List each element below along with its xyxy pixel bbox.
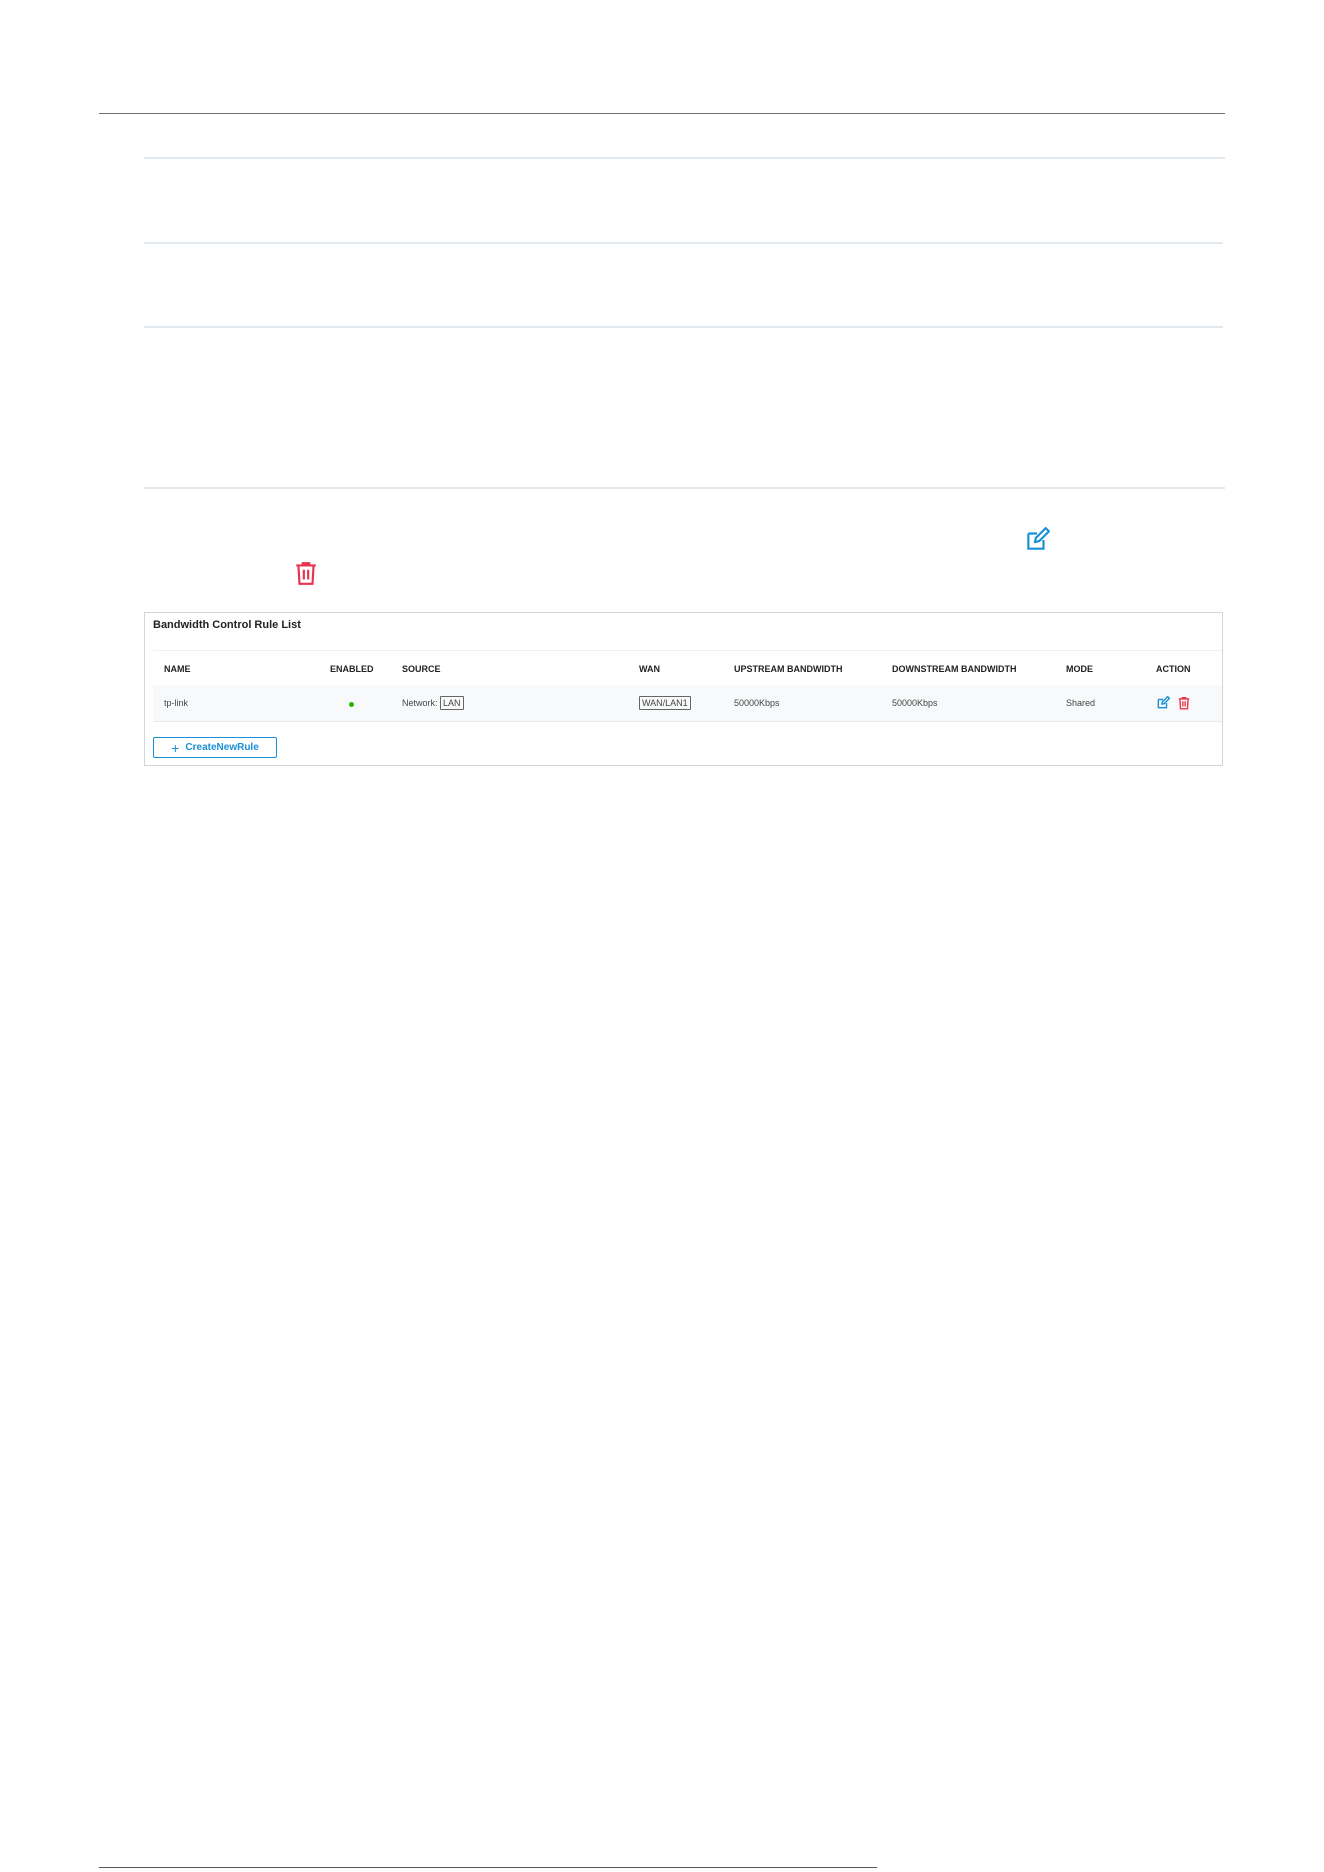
column-header-mode: MODE xyxy=(1066,664,1093,674)
rule-list-panel: Bandwidth Control Rule List NAME ENABLED… xyxy=(144,612,1223,766)
downstream-bandwidth: 50000Kbps xyxy=(892,698,938,708)
column-header-source: SOURCE xyxy=(402,664,441,674)
column-header-downstream: DOWNSTREAM BANDWIDTH xyxy=(892,664,1017,674)
footer-rule xyxy=(99,1867,877,1868)
rule-name: tp-link xyxy=(164,698,189,708)
create-new-rule-button[interactable]: + CreateNewRule xyxy=(153,737,277,758)
wan-tag: WAN/LAN1 xyxy=(639,696,691,710)
edit-icon[interactable] xyxy=(1156,696,1170,710)
column-header-upstream: UPSTREAM BANDWIDTH xyxy=(734,664,843,674)
column-header-wan: WAN xyxy=(639,664,660,674)
plus-icon: + xyxy=(171,739,180,756)
section-divider xyxy=(144,487,1225,489)
column-header-enabled: ENABLED xyxy=(330,664,374,674)
panel-divider xyxy=(153,650,1222,651)
trash-icon[interactable] xyxy=(1177,696,1191,710)
section-divider xyxy=(144,242,1223,244)
source-prefix: Network: xyxy=(402,698,438,708)
source-cell: Network: LAN xyxy=(402,696,464,710)
upstream-bandwidth: 50000Kbps xyxy=(734,698,780,708)
section-divider xyxy=(144,326,1223,328)
wan-cell: WAN/LAN1 xyxy=(639,696,691,710)
create-new-rule-label: CreateNewRule xyxy=(185,742,259,753)
source-tag: LAN xyxy=(440,696,464,710)
enabled-indicator xyxy=(349,702,354,707)
column-header-action: ACTION xyxy=(1156,664,1191,674)
panel-title: Bandwidth Control Rule List xyxy=(153,619,301,631)
column-header-name: NAME xyxy=(164,664,191,674)
table-row: tp-link Network: LAN WAN/LAN1 50000Kbps … xyxy=(153,685,1222,722)
table-header: NAME ENABLED SOURCE WAN UPSTREAM BANDWID… xyxy=(145,655,1222,685)
edit-icon xyxy=(1027,527,1050,550)
section-divider xyxy=(144,157,1225,159)
mode-cell: Shared xyxy=(1066,698,1096,708)
header-rule xyxy=(99,113,1225,114)
trash-icon xyxy=(296,562,316,585)
